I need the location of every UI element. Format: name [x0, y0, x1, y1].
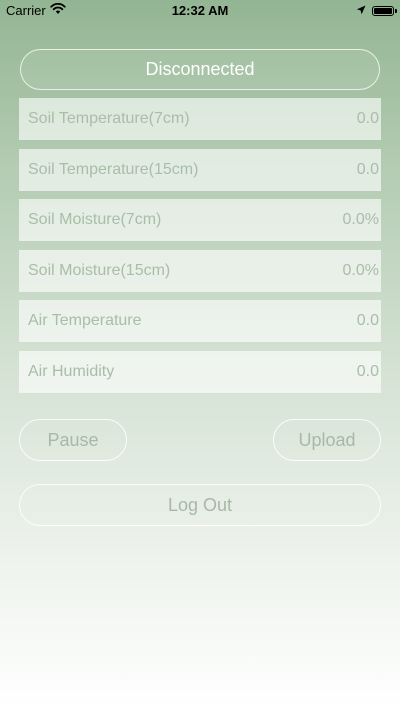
connection-status-label: Disconnected	[145, 59, 255, 79]
sensor-value: 0.0	[356, 312, 379, 329]
upload-button[interactable]: Upload	[273, 419, 381, 461]
sensor-label: Air Temperature	[28, 312, 142, 329]
sensor-value: 0.0	[356, 362, 379, 380]
sensor-label: Soil Moisture(15cm)	[28, 261, 171, 279]
sensor-label: Soil Moisture(7cm)	[28, 211, 162, 228]
sensor-value: 0.0	[356, 160, 379, 178]
pause-button[interactable]: Pause	[19, 419, 127, 461]
sensor-row-soil-temperature-7cm: Soil Temperature(7cm) 0.0	[19, 98, 381, 140]
logout-button-label: Log Out	[167, 494, 233, 515]
sensor-row-air-temperature: Air Temperature 0.0	[19, 300, 381, 342]
sensor-list: Soil Temperature(7cm) 0.0 Soil Temperatu…	[19, 98, 381, 401]
sensor-label: Soil Temperature(15cm)	[28, 160, 199, 178]
sensor-row-soil-moisture-15cm: Soil Moisture(15cm) 0.0%	[19, 249, 381, 292]
battery-icon	[372, 5, 397, 16]
sensor-row-soil-temperature-15cm: Soil Temperature(15cm) 0.0	[19, 148, 381, 191]
location-arrow-icon	[356, 3, 366, 18]
pause-button-label: Pause	[47, 429, 99, 450]
status-time: 12:32 AM	[171, 3, 229, 18]
logout-button[interactable]: Log Out	[19, 484, 381, 526]
sensor-value: 0.0	[356, 110, 379, 127]
sensor-label: Soil Temperature(7cm)	[28, 110, 190, 127]
battery-fill	[374, 7, 392, 14]
sensor-row-air-humidity: Air Humidity 0.0	[19, 350, 381, 393]
sensor-row-soil-moisture-7cm: Soil Moisture(7cm) 0.0%	[19, 199, 381, 241]
status-bar: Carrier 12:32 AM	[0, 0, 400, 22]
sensor-value: 0.0%	[342, 261, 379, 279]
connection-status-button[interactable]: Disconnected	[20, 49, 380, 90]
sensor-value: 0.0%	[342, 211, 379, 228]
status-right	[356, 3, 397, 18]
upload-button-label: Upload	[298, 429, 356, 450]
sensor-label: Air Humidity	[28, 362, 115, 380]
